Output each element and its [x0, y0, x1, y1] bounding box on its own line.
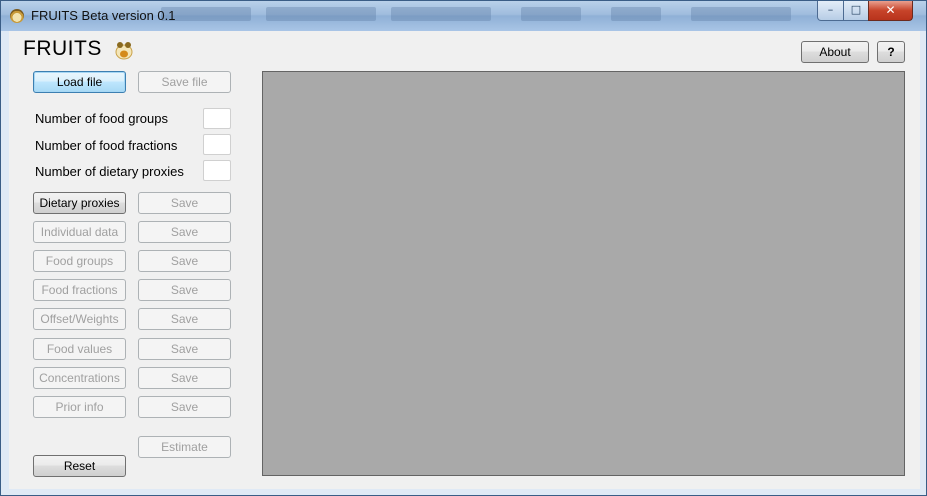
food-groups-save-button[interactable]: Save [138, 250, 231, 272]
background-taskbar-blur [521, 7, 581, 21]
client-area: FRUITS About ? Load file Save file Numbe… [9, 31, 920, 489]
app-icon [10, 9, 24, 23]
title-bar[interactable]: FRUITS Beta version 0.1 – □ ✕ [1, 1, 926, 31]
food-fractions-field[interactable] [203, 134, 231, 155]
maximize-button[interactable]: □ [843, 1, 869, 21]
window-title: FRUITS Beta version 0.1 [31, 8, 176, 23]
save-file-button[interactable]: Save file [138, 71, 231, 93]
app-window: FRUITS Beta version 0.1 – □ ✕ FRUITS Abo… [0, 0, 927, 496]
close-button[interactable]: ✕ [868, 1, 913, 21]
background-taskbar-blur [391, 7, 491, 21]
load-file-button[interactable]: Load file [33, 71, 126, 93]
dietary-proxies-save-button[interactable]: Save [138, 192, 231, 214]
app-title: FRUITS [23, 37, 102, 60]
dietary-proxies-button[interactable]: Dietary proxies [33, 192, 126, 214]
offset-weights-button[interactable]: Offset/Weights [33, 308, 126, 330]
individual-data-button[interactable]: Individual data [33, 221, 126, 243]
fruits-logo-icon [115, 42, 133, 60]
output-canvas [262, 71, 905, 476]
estimate-button[interactable]: Estimate [138, 436, 231, 458]
food-groups-button[interactable]: Food groups [33, 250, 126, 272]
help-button[interactable]: ? [877, 41, 905, 63]
prior-info-save-button[interactable]: Save [138, 396, 231, 418]
food-fractions-save-button[interactable]: Save [138, 279, 231, 301]
food-groups-field[interactable] [203, 108, 231, 129]
food-values-button[interactable]: Food values [33, 338, 126, 360]
food-values-save-button[interactable]: Save [138, 338, 231, 360]
background-taskbar-blur [266, 7, 376, 21]
food-groups-label: Number of food groups [35, 111, 168, 126]
dietary-proxies-field[interactable] [203, 160, 231, 181]
food-fractions-label: Number of food fractions [35, 138, 178, 153]
prior-info-button[interactable]: Prior info [33, 396, 126, 418]
offset-weights-save-button[interactable]: Save [138, 308, 231, 330]
individual-data-save-button[interactable]: Save [138, 221, 231, 243]
concentrations-button[interactable]: Concentrations [33, 367, 126, 389]
reset-button[interactable]: Reset [33, 455, 126, 477]
dietary-proxies-label: Number of dietary proxies [35, 164, 184, 179]
concentrations-save-button[interactable]: Save [138, 367, 231, 389]
minimize-button[interactable]: – [817, 1, 844, 21]
about-button[interactable]: About [801, 41, 869, 63]
background-taskbar-blur [611, 7, 661, 21]
background-taskbar-blur [691, 7, 791, 21]
food-fractions-button[interactable]: Food fractions [33, 279, 126, 301]
